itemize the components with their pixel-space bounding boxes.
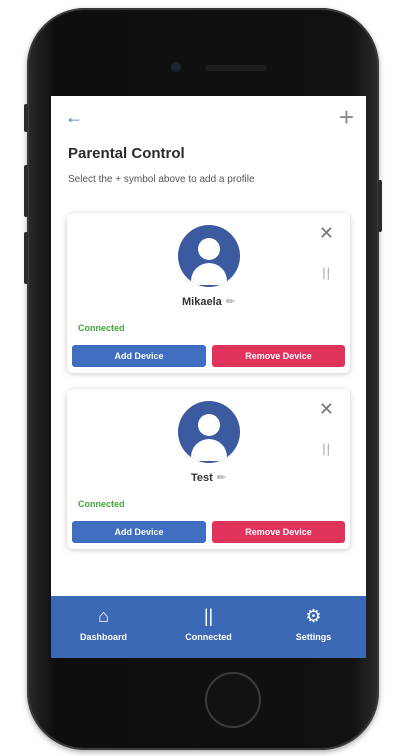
avatar-head xyxy=(198,414,220,436)
bottom-tab-bar: ⌂ Dashboard || Connected ⚙ Settings xyxy=(51,596,366,658)
remove-device-button[interactable]: Remove Device xyxy=(212,345,345,367)
add-device-button[interactable]: Add Device xyxy=(72,345,206,367)
pause-icon[interactable]: || xyxy=(322,265,331,280)
close-icon[interactable]: ✕ xyxy=(319,223,334,244)
tab-label: Dashboard xyxy=(79,632,127,642)
profile-card: ✕ || Mikaela ✏ Connected Add Device Remov… xyxy=(67,213,350,373)
earpiece-speaker xyxy=(205,65,267,71)
avatar xyxy=(178,225,240,287)
pause-icon[interactable]: || xyxy=(322,441,331,456)
tab-label: Connected xyxy=(185,632,232,642)
avatar-body xyxy=(191,439,227,461)
add-device-button[interactable]: Add Device xyxy=(72,521,206,543)
avatar xyxy=(178,401,240,463)
power-button xyxy=(378,180,382,232)
page-title: Parental Control xyxy=(68,145,185,162)
app-screen: ← + Parental Control Select the + symbol… xyxy=(51,96,366,658)
tab-settings[interactable]: ⚙ Settings xyxy=(261,596,366,658)
profile-name-row: Test ✏ xyxy=(67,471,350,484)
close-icon[interactable]: ✕ xyxy=(319,399,334,420)
remove-device-button[interactable]: Remove Device xyxy=(212,521,345,543)
avatar-head xyxy=(198,238,220,260)
profile-name: Mikaela xyxy=(182,296,222,308)
tab-dashboard[interactable]: ⌂ Dashboard xyxy=(51,596,156,658)
mute-switch xyxy=(24,104,28,132)
status-text: Connected xyxy=(78,499,125,509)
profile-name-row: Mikaela ✏ xyxy=(67,295,350,308)
avatar-body xyxy=(191,263,227,285)
page-subtitle: Select the + symbol above to add a profi… xyxy=(68,174,255,185)
status-text: Connected xyxy=(78,323,125,333)
plus-icon[interactable]: + xyxy=(339,104,354,130)
volume-down-button xyxy=(24,232,28,284)
front-camera xyxy=(171,62,181,72)
tab-connected[interactable]: || Connected xyxy=(156,596,261,658)
home-icon: ⌂ xyxy=(98,606,109,626)
gear-icon: ⚙ xyxy=(305,606,322,626)
volume-up-button xyxy=(24,165,28,217)
pencil-icon[interactable]: ✏ xyxy=(226,296,235,308)
profile-card: ✕ || Test ✏ Connected Add Device Remove D… xyxy=(67,389,350,549)
pause-icon: || xyxy=(203,606,214,626)
tab-label: Settings xyxy=(295,632,332,642)
profile-name: Test xyxy=(190,472,213,484)
arrow-left-icon[interactable]: ← xyxy=(65,108,83,126)
home-button[interactable] xyxy=(205,672,261,728)
pencil-icon[interactable]: ✏ xyxy=(217,472,226,484)
